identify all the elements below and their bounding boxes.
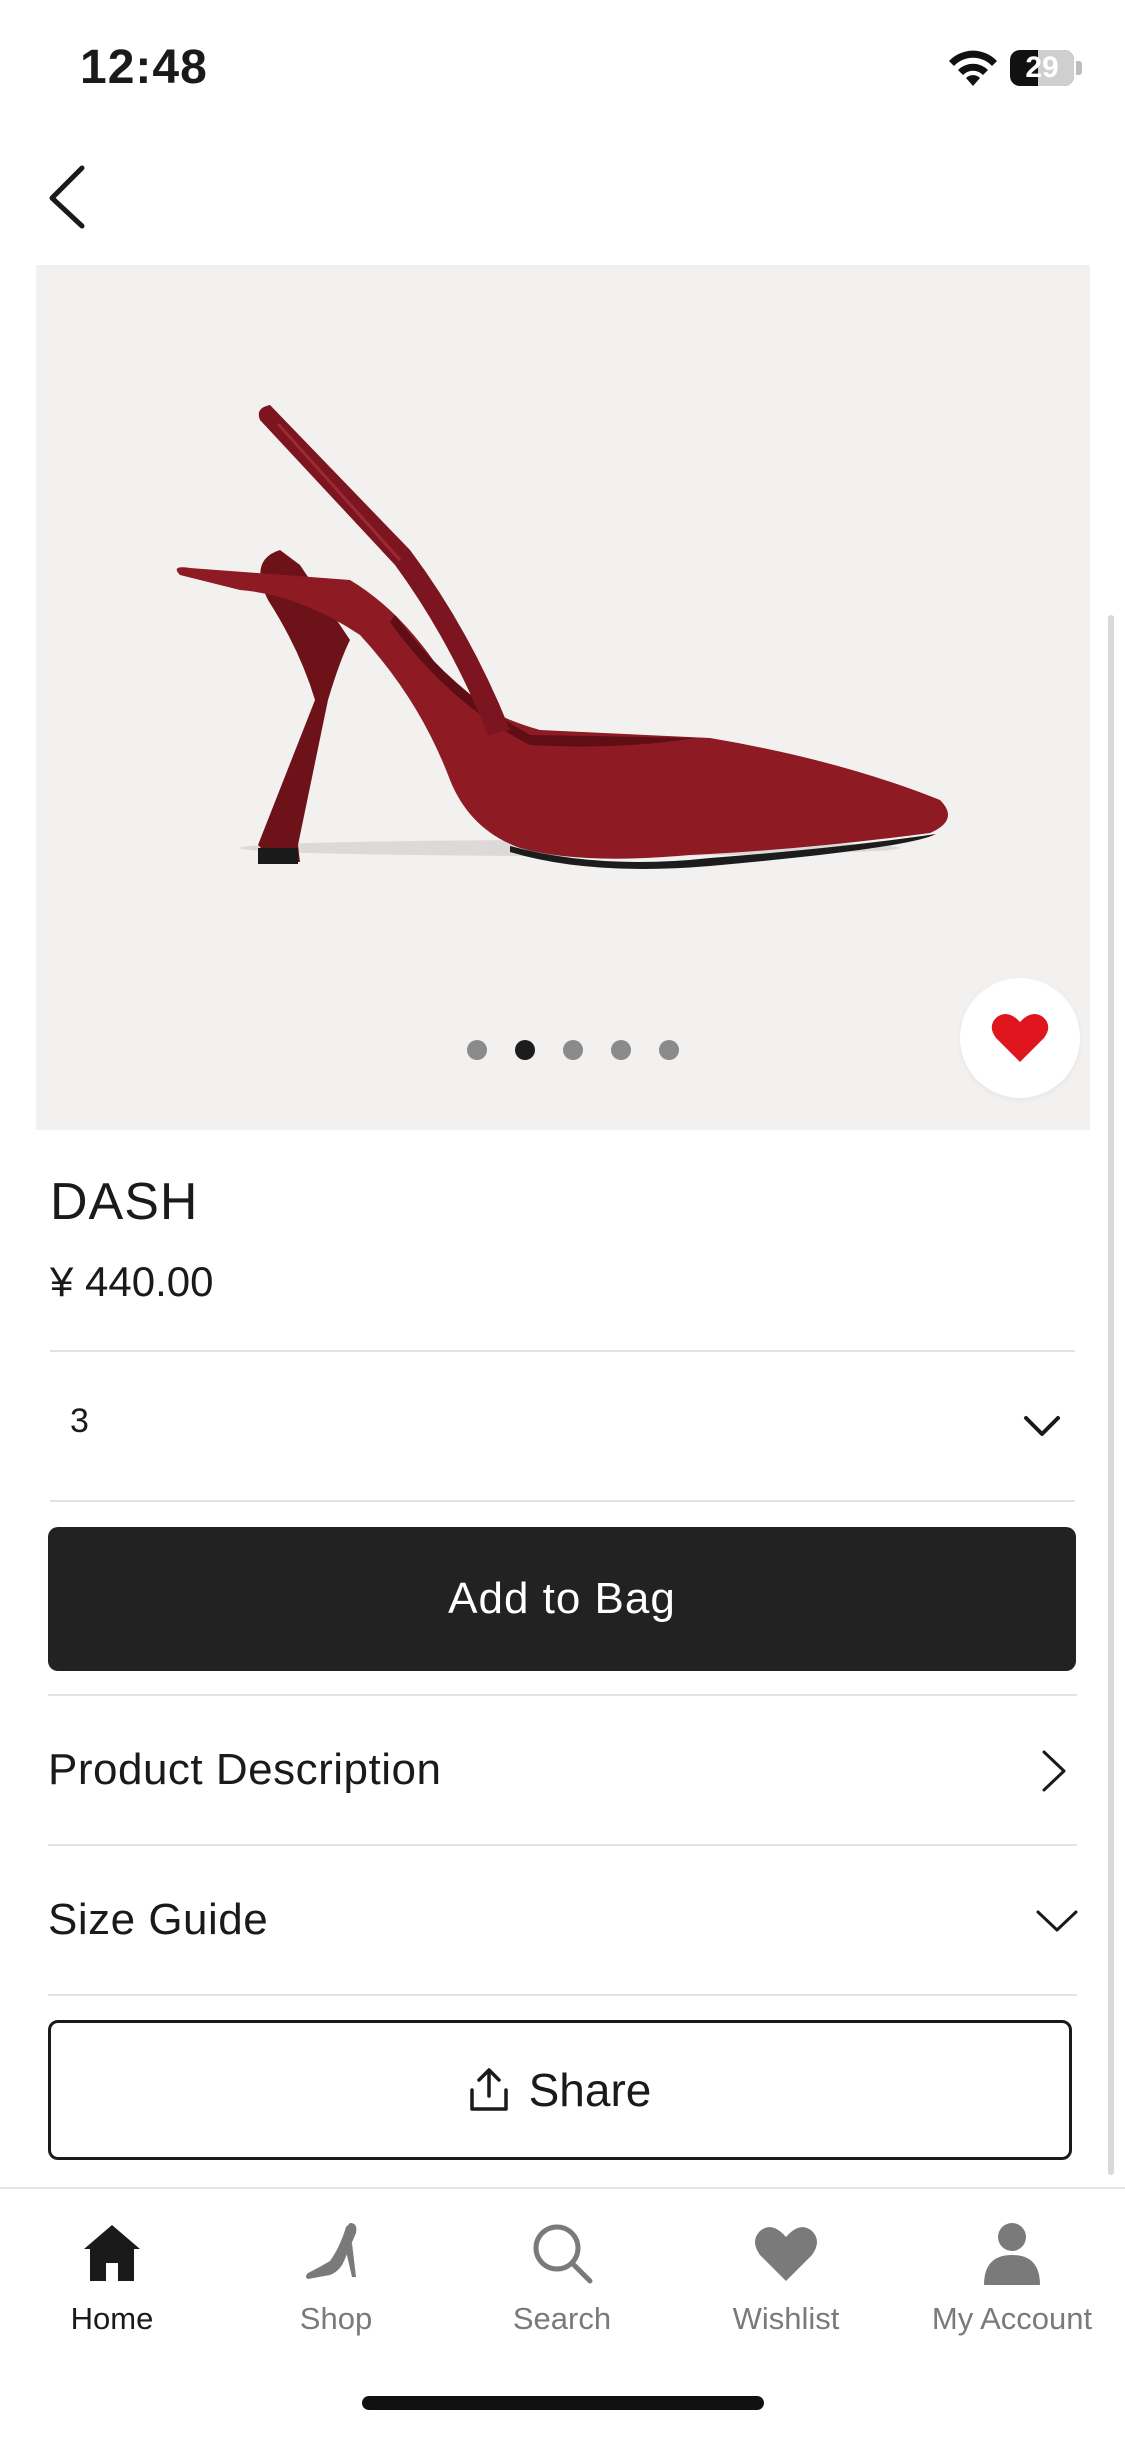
tab-search-label: Search	[512, 2301, 612, 2336]
tab-wishlist-label: Wishlist	[732, 2301, 840, 2336]
product-price: ¥ 440.00	[50, 1258, 214, 1305]
person-icon	[984, 2223, 1040, 2285]
carousel-pagination	[0, 1040, 1125, 1060]
share-button[interactable]: Share	[48, 2020, 1072, 2160]
carousel-dot-active[interactable]	[514, 1040, 535, 1060]
tab-search[interactable]: Search	[462, 2217, 662, 2337]
home-icon	[84, 2225, 140, 2281]
heart-icon	[755, 2227, 817, 2281]
tab-home-label: Home	[70, 2301, 154, 2336]
add-to-bag-button[interactable]: Add to Bag	[48, 1527, 1076, 1671]
size-guide-label: Size Guide	[48, 1895, 269, 1944]
back-chevron-icon[interactable]	[40, 160, 100, 232]
size-select[interactable]	[50, 1352, 1075, 1500]
product-description-label: Product Description	[48, 1745, 442, 1794]
battery-icon: 29	[1010, 50, 1074, 86]
share-label: Share	[528, 2064, 652, 2116]
size-select-value: 3	[70, 1402, 89, 1440]
heart-filled-icon	[991, 1013, 1049, 1062]
share-upload-icon	[469, 2068, 508, 2111]
status-time: 12:48	[80, 41, 208, 94]
divider	[48, 1994, 1077, 1996]
product-image	[176, 405, 948, 869]
tab-wishlist[interactable]: Wishlist	[686, 2217, 886, 2337]
wishlist-toggle-button[interactable]	[960, 978, 1080, 1098]
chevron-down-icon	[1036, 1910, 1078, 1932]
carousel-dot[interactable]	[562, 1040, 583, 1060]
tab-my-account[interactable]: My Account	[912, 2217, 1112, 2337]
carousel-dot[interactable]	[610, 1040, 631, 1060]
tab-home[interactable]: Home	[12, 2217, 212, 2337]
battery-tip	[1076, 61, 1082, 75]
tab-my-account-label: My Account	[931, 2301, 1093, 2336]
battery-level: 29	[1025, 51, 1059, 84]
scrollbar[interactable]	[1108, 615, 1114, 2175]
tab-shop-label: Shop	[299, 2301, 373, 2336]
home-indicator	[362, 2396, 764, 2410]
chevron-down-icon	[1024, 1416, 1060, 1436]
carousel-dot[interactable]	[658, 1040, 679, 1060]
heel-shoe-icon	[306, 2223, 357, 2279]
product-name: DASH	[50, 1173, 199, 1231]
wifi-icon	[949, 50, 997, 86]
chevron-right-icon	[1042, 1750, 1066, 1792]
search-icon	[533, 2224, 593, 2284]
carousel-dot[interactable]	[466, 1040, 487, 1060]
divider	[50, 1500, 1075, 1502]
tab-shop[interactable]: Shop	[236, 2217, 436, 2337]
